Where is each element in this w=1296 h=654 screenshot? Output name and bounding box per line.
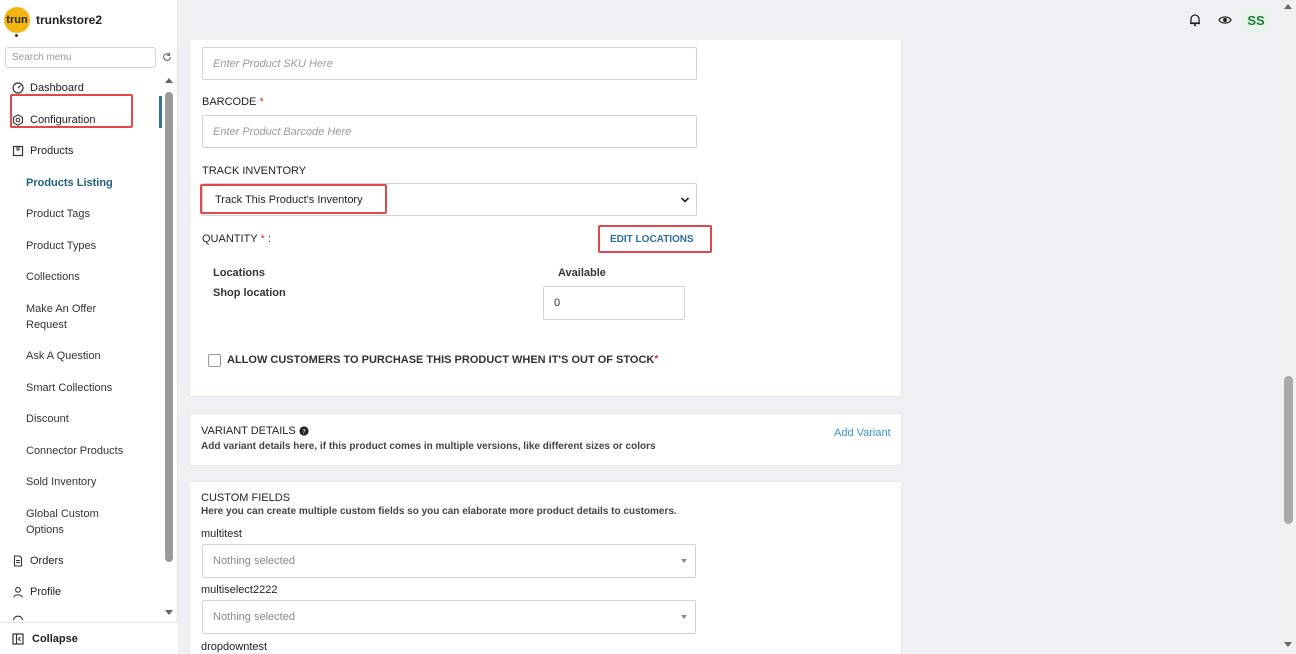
variant-details-title: VARIANT DETAILS ?: [201, 425, 309, 437]
sidebar-item-orders[interactable]: Orders: [12, 555, 64, 567]
custom-fields-description: Here you can create multiple custom fiel…: [201, 506, 677, 517]
barcode-input[interactable]: [202, 115, 697, 148]
sidebar-subitem-connector-products[interactable]: Connector Products: [26, 443, 136, 459]
sidebar-subitem-product-tags[interactable]: Product Tags: [26, 206, 136, 222]
user-avatar[interactable]: SS: [1242, 6, 1270, 34]
chat-icon: [12, 615, 24, 620]
sidebar-scroll-down[interactable]: [165, 610, 173, 615]
custom-fields-title: CUSTOM FIELDS: [201, 492, 291, 504]
custom-field-multitest-select[interactable]: Nothing selected: [202, 544, 696, 578]
highlight-track-inventory: [200, 184, 387, 214]
user-icon: [13, 586, 23, 598]
caret-down-icon: [681, 559, 687, 563]
sidebar-item-label: Dashboard: [30, 82, 84, 94]
quantity-label: QUANTITY * :: [202, 233, 271, 245]
variant-details-description: Add variant details here, if this produc…: [201, 441, 656, 452]
sidebar-subitem-product-types[interactable]: Product Types: [26, 238, 136, 254]
custom-field-label: multiselect2222: [201, 584, 278, 596]
sidebar-scroll-up[interactable]: [165, 78, 173, 83]
sidebar-menu: Dashboard Configuration Products Product…: [0, 72, 164, 620]
location-name: Shop location: [213, 287, 286, 299]
custom-fields-card: CUSTOM FIELDS Here you can create multip…: [189, 481, 902, 654]
sidebar-subitem-make-an-offer[interactable]: Make An Offer Request: [26, 301, 136, 333]
page-scrollbar[interactable]: [1281, 0, 1296, 654]
header-actions: SS: [1188, 6, 1270, 34]
custom-field-label: multitest: [201, 528, 242, 540]
chevron-down-icon: [680, 197, 690, 203]
track-inventory-label: TRACK INVENTORY: [202, 165, 307, 177]
sidebar-scrollbar-thumb[interactable]: [165, 92, 173, 562]
store-logo-text: trun: [6, 14, 28, 26]
svg-text:?: ?: [302, 428, 306, 436]
sidebar-subitem-collections[interactable]: Collections: [26, 269, 136, 285]
sidebar-subitem-discount[interactable]: Discount: [26, 411, 136, 427]
sidebar-item-label: Products: [30, 145, 74, 157]
refresh-icon[interactable]: [162, 52, 172, 62]
highlight-products-listing: [10, 94, 133, 128]
sidebar-subitem-smart-collections[interactable]: Smart Collections: [26, 380, 136, 396]
sidebar-item-products[interactable]: Products: [12, 145, 73, 157]
collapse-icon: [12, 632, 24, 645]
variant-details-card: VARIANT DETAILS ? Add variant details he…: [189, 413, 902, 466]
custom-field-value: Nothing selected: [213, 555, 295, 567]
sidebar-subitem-global-custom-options[interactable]: Global Custom Options: [26, 506, 116, 538]
sidebar-subitem-ask-a-question[interactable]: Ask A Question: [26, 348, 136, 364]
inventory-card: BARCODE * TRACK INVENTORY Track This Pro…: [189, 40, 902, 397]
page-scroll-down[interactable]: [1284, 642, 1292, 647]
collapse-button[interactable]: Collapse: [0, 622, 178, 654]
page-scrollbar-thumb[interactable]: [1284, 376, 1293, 524]
sidebar-item-label: Profile: [30, 586, 62, 598]
custom-field-label: dropdowntest: [201, 641, 268, 653]
add-variant-link[interactable]: Add Variant: [834, 427, 891, 439]
caret-down-icon: [681, 615, 687, 619]
barcode-label: BARCODE *: [202, 96, 264, 108]
menu-search-input[interactable]: [5, 47, 156, 68]
sidebar-item-label: Orders: [30, 555, 64, 567]
eye-icon[interactable]: [1218, 13, 1232, 27]
sidebar-subitem-sold-inventory[interactable]: Sold Inventory: [26, 474, 136, 490]
custom-field-value: Nothing selected: [213, 611, 295, 623]
store-name: trunkstore2: [36, 13, 103, 27]
sidebar-item-profile[interactable]: Profile: [12, 586, 61, 598]
highlight-edit-locations: [598, 225, 712, 253]
collapse-label: Collapse: [32, 632, 78, 645]
locations-column-header: Locations: [213, 267, 265, 279]
active-indicator: [159, 96, 162, 128]
menu-search: [5, 47, 156, 68]
help-icon[interactable]: ?: [299, 426, 309, 436]
box-icon: [12, 145, 24, 157]
store-logo: trun: [4, 7, 30, 37]
document-icon: [13, 555, 23, 567]
sidebar: trun trunkstore2 Dashboard Configuration…: [0, 0, 178, 654]
sidebar-item-partial[interactable]: [12, 615, 30, 620]
bell-icon[interactable]: [1188, 13, 1202, 27]
logo-dot: [15, 34, 18, 37]
allow-oos-checkbox[interactable]: [208, 354, 221, 367]
sku-input[interactable]: [202, 47, 697, 80]
page-scroll-up[interactable]: [1284, 4, 1292, 9]
available-column-header: Available: [558, 267, 606, 279]
sidebar-subitem-products-listing[interactable]: Products Listing: [26, 175, 136, 191]
allow-oos-label: ALLOW CUSTOMERS TO PURCHASE THIS PRODUCT…: [227, 354, 659, 366]
dashboard-icon: [12, 82, 24, 94]
location-quantity-input[interactable]: [543, 286, 685, 320]
custom-field-multiselect2222-select[interactable]: Nothing selected: [202, 600, 696, 634]
sidebar-item-dashboard[interactable]: Dashboard: [12, 82, 84, 94]
brand[interactable]: trun trunkstore2: [4, 7, 103, 37]
